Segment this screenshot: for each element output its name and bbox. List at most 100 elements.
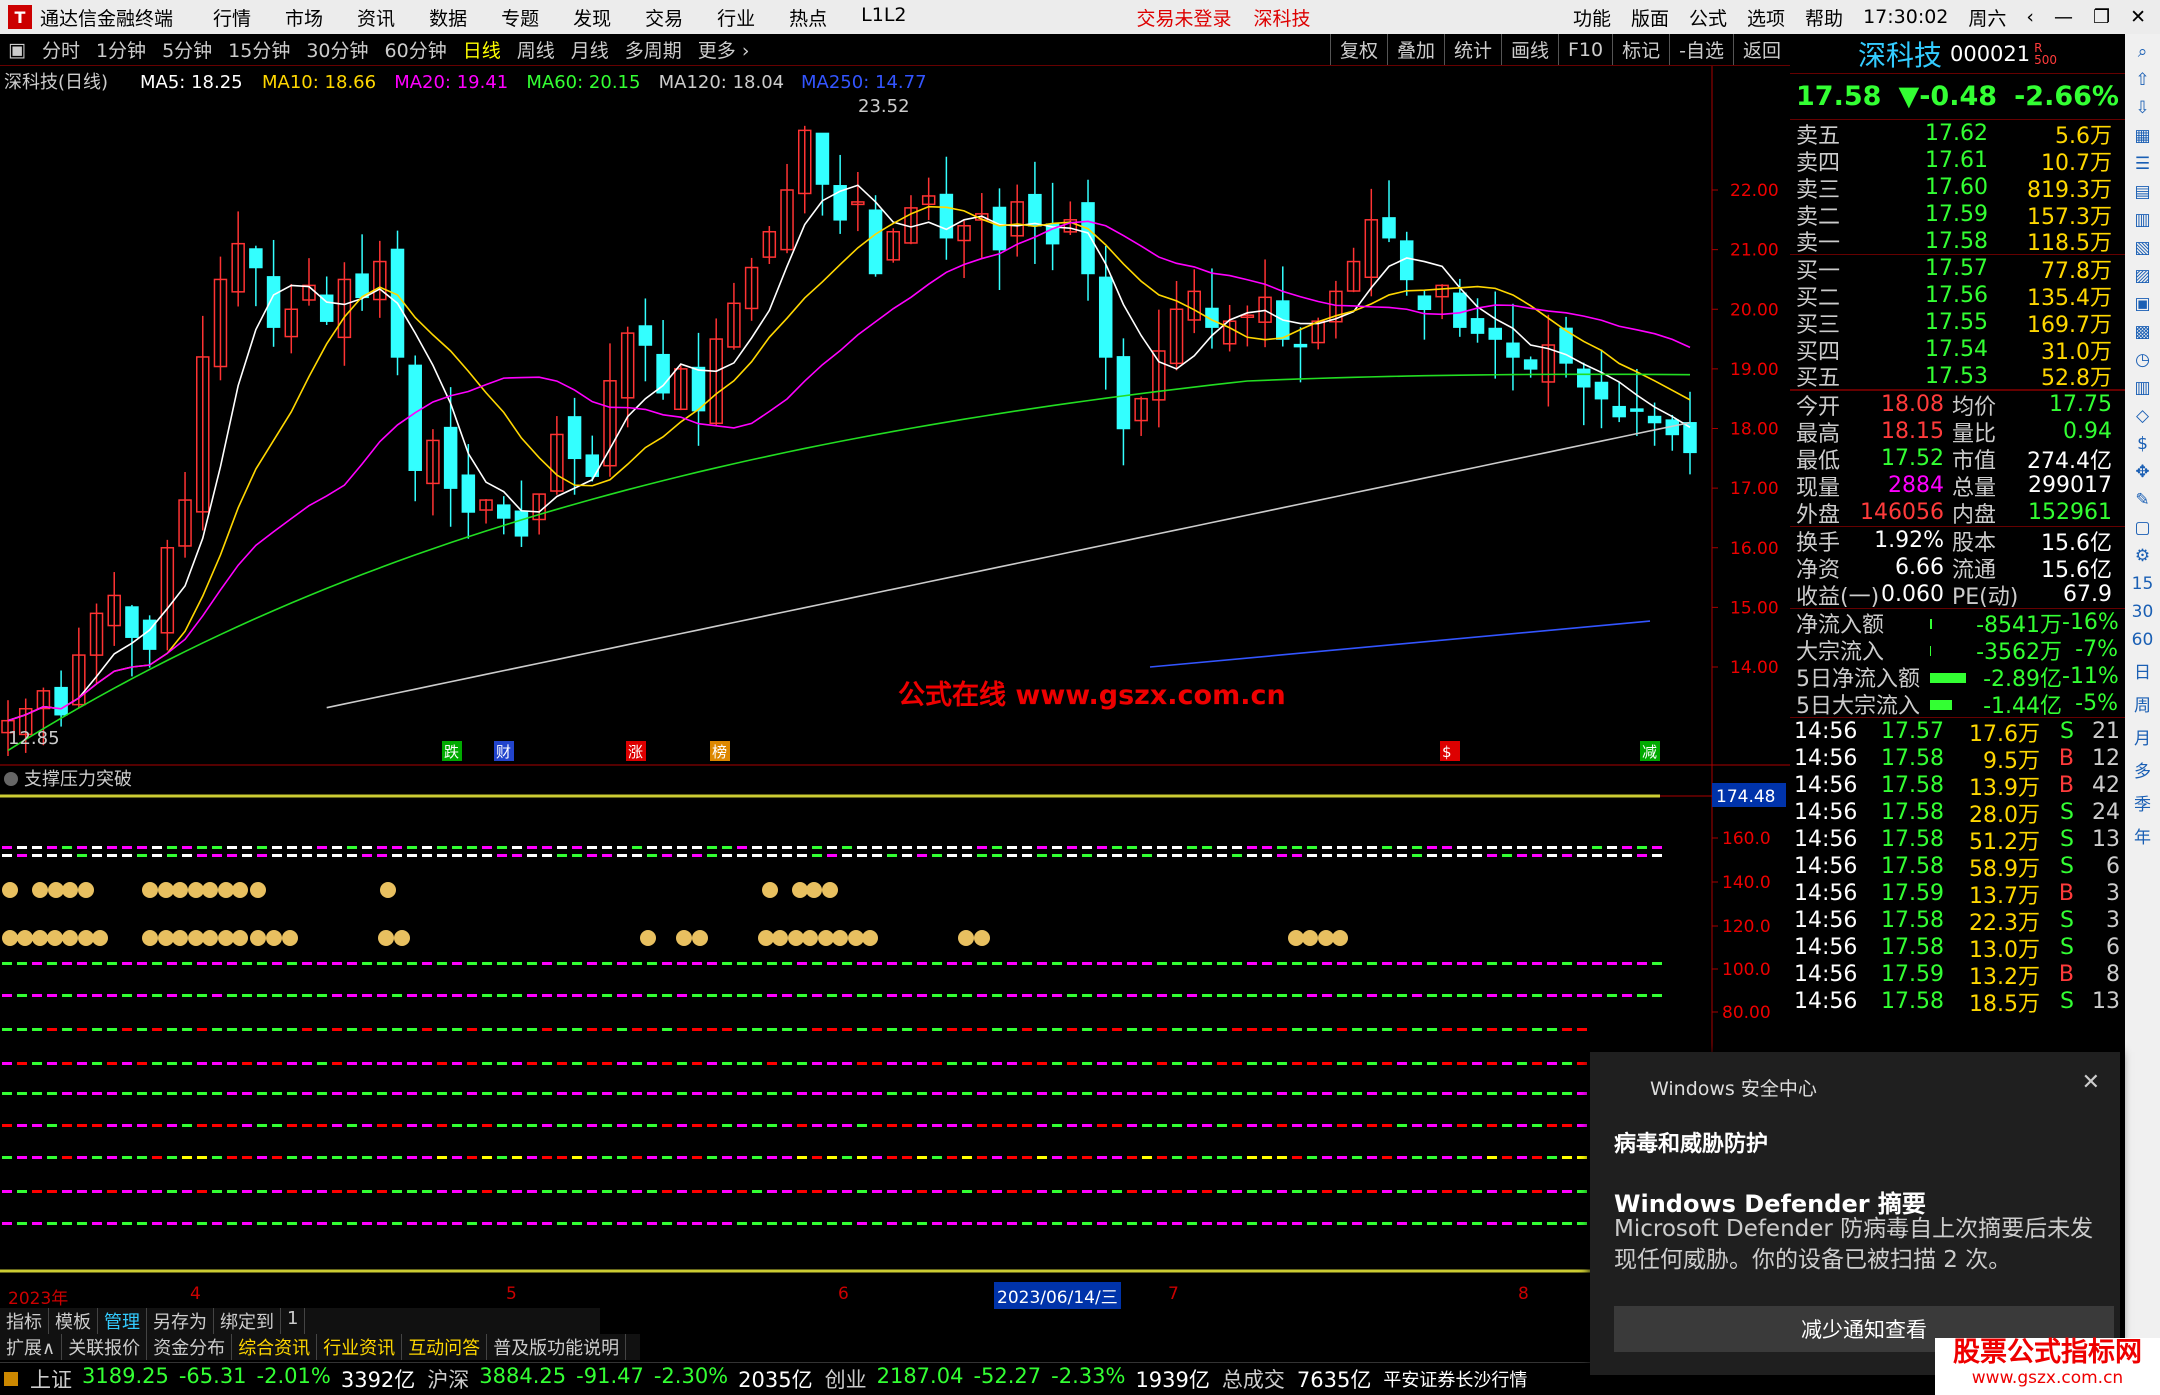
period-tab-daily[interactable]: 日线 xyxy=(455,36,509,63)
period-tab[interactable]: 5分钟 xyxy=(154,36,220,63)
period-tab[interactable]: 月线 xyxy=(563,36,617,63)
tab-number[interactable]: 1 xyxy=(281,1308,306,1334)
close-icon[interactable]: ✕ xyxy=(2130,6,2146,28)
tab-manage[interactable]: 管理 xyxy=(98,1308,147,1334)
fs-icon[interactable]: ▢ xyxy=(2134,518,2150,538)
menu-item[interactable]: 行业 xyxy=(717,4,755,31)
tool-button[interactable]: 统计 xyxy=(1443,34,1501,65)
period-tab[interactable]: 周线 xyxy=(509,36,563,63)
tab-template[interactable]: 模板 xyxy=(49,1308,98,1334)
period-tab[interactable]: 多周期 xyxy=(617,36,690,63)
period-shortcut[interactable]: 年 xyxy=(2134,823,2151,848)
tab-expand[interactable]: 扩展∧ xyxy=(0,1334,63,1360)
period-shortcut[interactable]: 30 xyxy=(2132,602,2154,622)
stats-icon[interactable]: ▥ xyxy=(2134,378,2150,398)
tool-button[interactable]: 叠加 xyxy=(1386,34,1444,65)
menu-item[interactable]: 市场 xyxy=(285,4,323,31)
indicator-panel[interactable]: 支撑压力突破 174.48 160.0 140.0 120.0 100.0 80.00 xyxy=(0,766,1790,1276)
tool-button[interactable]: F10 xyxy=(1558,34,1612,65)
tab-capital[interactable]: 资金分布 xyxy=(147,1334,233,1360)
tool-button[interactable]: 标记 xyxy=(1612,34,1669,65)
tab-news[interactable]: 综合资讯 xyxy=(232,1334,318,1360)
clock-icon[interactable]: ◷ xyxy=(2135,350,2150,370)
tool-button[interactable]: 复权 xyxy=(1329,34,1387,65)
period-shortcut[interactable]: 季 xyxy=(2134,790,2151,815)
order-book-row[interactable]: 买一 17.57 77.8万 xyxy=(1790,255,2125,284)
tab-indicator[interactable]: 指标 xyxy=(0,1308,49,1334)
chart-icon[interactable]: ▤ xyxy=(2134,182,2150,202)
period-shortcut[interactable]: 月 xyxy=(2134,724,2151,749)
rsi-icon[interactable]: ◇ xyxy=(2136,406,2149,426)
window-icon[interactable]: ▣ xyxy=(2134,294,2150,314)
period-shortcut[interactable]: 60 xyxy=(2132,630,2154,650)
tab-qa[interactable]: 互动问答 xyxy=(402,1334,488,1360)
menu-item[interactable]: 数据 xyxy=(429,4,467,31)
dollar-icon[interactable]: $ xyxy=(2137,434,2148,454)
tick-list[interactable]: 14:56 17.57 17.6万 S 21 14:56 17.58 9.5万 B 12 14:56… xyxy=(1790,717,2125,1017)
index-quote[interactable]: 沪深 3884.25 -91.47 -2.30% 2035亿 xyxy=(427,1364,812,1394)
period-shortcut[interactable]: 周 xyxy=(2134,691,2151,716)
grid-icon[interactable]: ▦ xyxy=(2134,126,2150,146)
period-shortcut[interactable]: 多 xyxy=(2134,757,2151,782)
toast-close-icon[interactable]: ✕ xyxy=(2082,1070,2100,1095)
tool-button[interactable]: -自选 xyxy=(1669,34,1733,65)
menu-item[interactable]: 行情 xyxy=(213,4,251,31)
list-icon[interactable]: ☰ xyxy=(2135,154,2150,174)
bars-icon[interactable]: ▩ xyxy=(2134,322,2150,342)
minimize-icon[interactable]: — xyxy=(2054,6,2073,28)
move-icon[interactable]: ✥ xyxy=(2135,462,2149,482)
tab-industry-news[interactable]: 行业资讯 xyxy=(317,1334,403,1360)
period-shortcut[interactable]: 15 xyxy=(2132,574,2154,594)
windows-notification[interactable]: Windows 安全中心 ✕ 病毒和威胁防护 Windows Defender … xyxy=(1590,1052,2120,1375)
doc-icon[interactable]: ▨ xyxy=(2134,266,2150,286)
menu-item[interactable]: 发现 xyxy=(573,4,611,31)
order-book-row[interactable]: 买二 17.56 135.4万 xyxy=(1790,282,2125,311)
tab-related[interactable]: 关联报价 xyxy=(62,1334,148,1360)
search-icon[interactable]: ⌕ xyxy=(2138,42,2148,62)
candlestick-chart[interactable]: 22.00 21.00 20.00 19.00 18.00 17.00 16.00 15.00… xyxy=(0,66,1790,766)
tool-button[interactable]: 返回 xyxy=(1732,34,1790,65)
period-tab[interactable]: 30分钟 xyxy=(298,36,376,63)
menu-layout[interactable]: 版面 xyxy=(1631,4,1669,31)
indicator-menu-icon[interactable] xyxy=(4,772,18,786)
menu-item[interactable]: 热点 xyxy=(789,4,827,31)
period-shortcut[interactable]: 日 xyxy=(2134,658,2151,683)
up-arrow-icon[interactable]: ⇧ xyxy=(2135,70,2149,90)
order-book-row[interactable]: 买五 17.53 52.8万 xyxy=(1790,363,2125,391)
order-book-row[interactable]: 卖五 17.62 5.6万 xyxy=(1790,120,2125,149)
back-icon[interactable]: ‹ xyxy=(2026,6,2034,28)
index-quote[interactable]: 上证 3189.25 -65.31 -2.01% 3392亿 xyxy=(30,1364,415,1394)
restore-icon[interactable]: ❐ xyxy=(2093,6,2110,28)
tab-help[interactable]: 普及版功能说明 xyxy=(487,1334,627,1360)
period-tab[interactable]: 分时 xyxy=(34,36,88,63)
index-quotes[interactable]: 上证 3189.25 -65.31 -2.01% 3392亿 沪深 3884.25 -91.4… xyxy=(30,1364,1210,1394)
tool-button[interactable]: 画线 xyxy=(1500,34,1558,65)
menu-help[interactable]: 帮助 xyxy=(1805,4,1843,31)
login-warning[interactable]: 交易未登录 xyxy=(1137,4,1232,31)
menu-item[interactable]: 交易 xyxy=(645,4,683,31)
menu-formula[interactable]: 公式 xyxy=(1689,4,1727,31)
menu-function[interactable]: 功能 xyxy=(1573,4,1611,31)
menu-item[interactable]: L1L2 xyxy=(861,4,906,31)
tab-bind[interactable]: 绑定到 xyxy=(214,1308,281,1334)
order-book-row[interactable]: 买三 17.55 169.7万 xyxy=(1790,309,2125,338)
order-book-row[interactable]: 卖三 17.60 819.3万 xyxy=(1790,174,2125,203)
order-book-row[interactable]: 卖四 17.61 10.7万 xyxy=(1790,147,2125,176)
period-tab-more[interactable]: 更多 › xyxy=(690,36,758,63)
period-tab[interactable]: 15分钟 xyxy=(220,36,298,63)
panel-toggle-icon[interactable]: ▣ xyxy=(0,39,34,61)
pen-icon[interactable]: ✎ xyxy=(2135,490,2149,510)
menu-options[interactable]: 选项 xyxy=(1747,4,1785,31)
period-tab[interactable]: 1分钟 xyxy=(88,36,154,63)
order-book-row[interactable]: 买四 17.54 31.0万 xyxy=(1790,336,2125,365)
table-icon[interactable]: ▧ xyxy=(2134,238,2150,258)
kline-icon[interactable]: ▥ xyxy=(2134,210,2150,230)
index-quote[interactable]: 创业 2187.04 -52.27 -2.33% 1939亿 xyxy=(825,1364,1210,1394)
menu-item[interactable]: 资讯 xyxy=(357,4,395,31)
menu-item[interactable]: 专题 xyxy=(501,4,539,31)
order-book-row[interactable]: 卖二 17.59 157.3万 xyxy=(1790,201,2125,230)
down-arrow-icon[interactable]: ⇩ xyxy=(2135,98,2149,118)
tab-save-as[interactable]: 另存为 xyxy=(147,1308,214,1334)
settings-icon[interactable]: ⚙ xyxy=(2135,546,2150,566)
period-tab[interactable]: 60分钟 xyxy=(377,36,455,63)
